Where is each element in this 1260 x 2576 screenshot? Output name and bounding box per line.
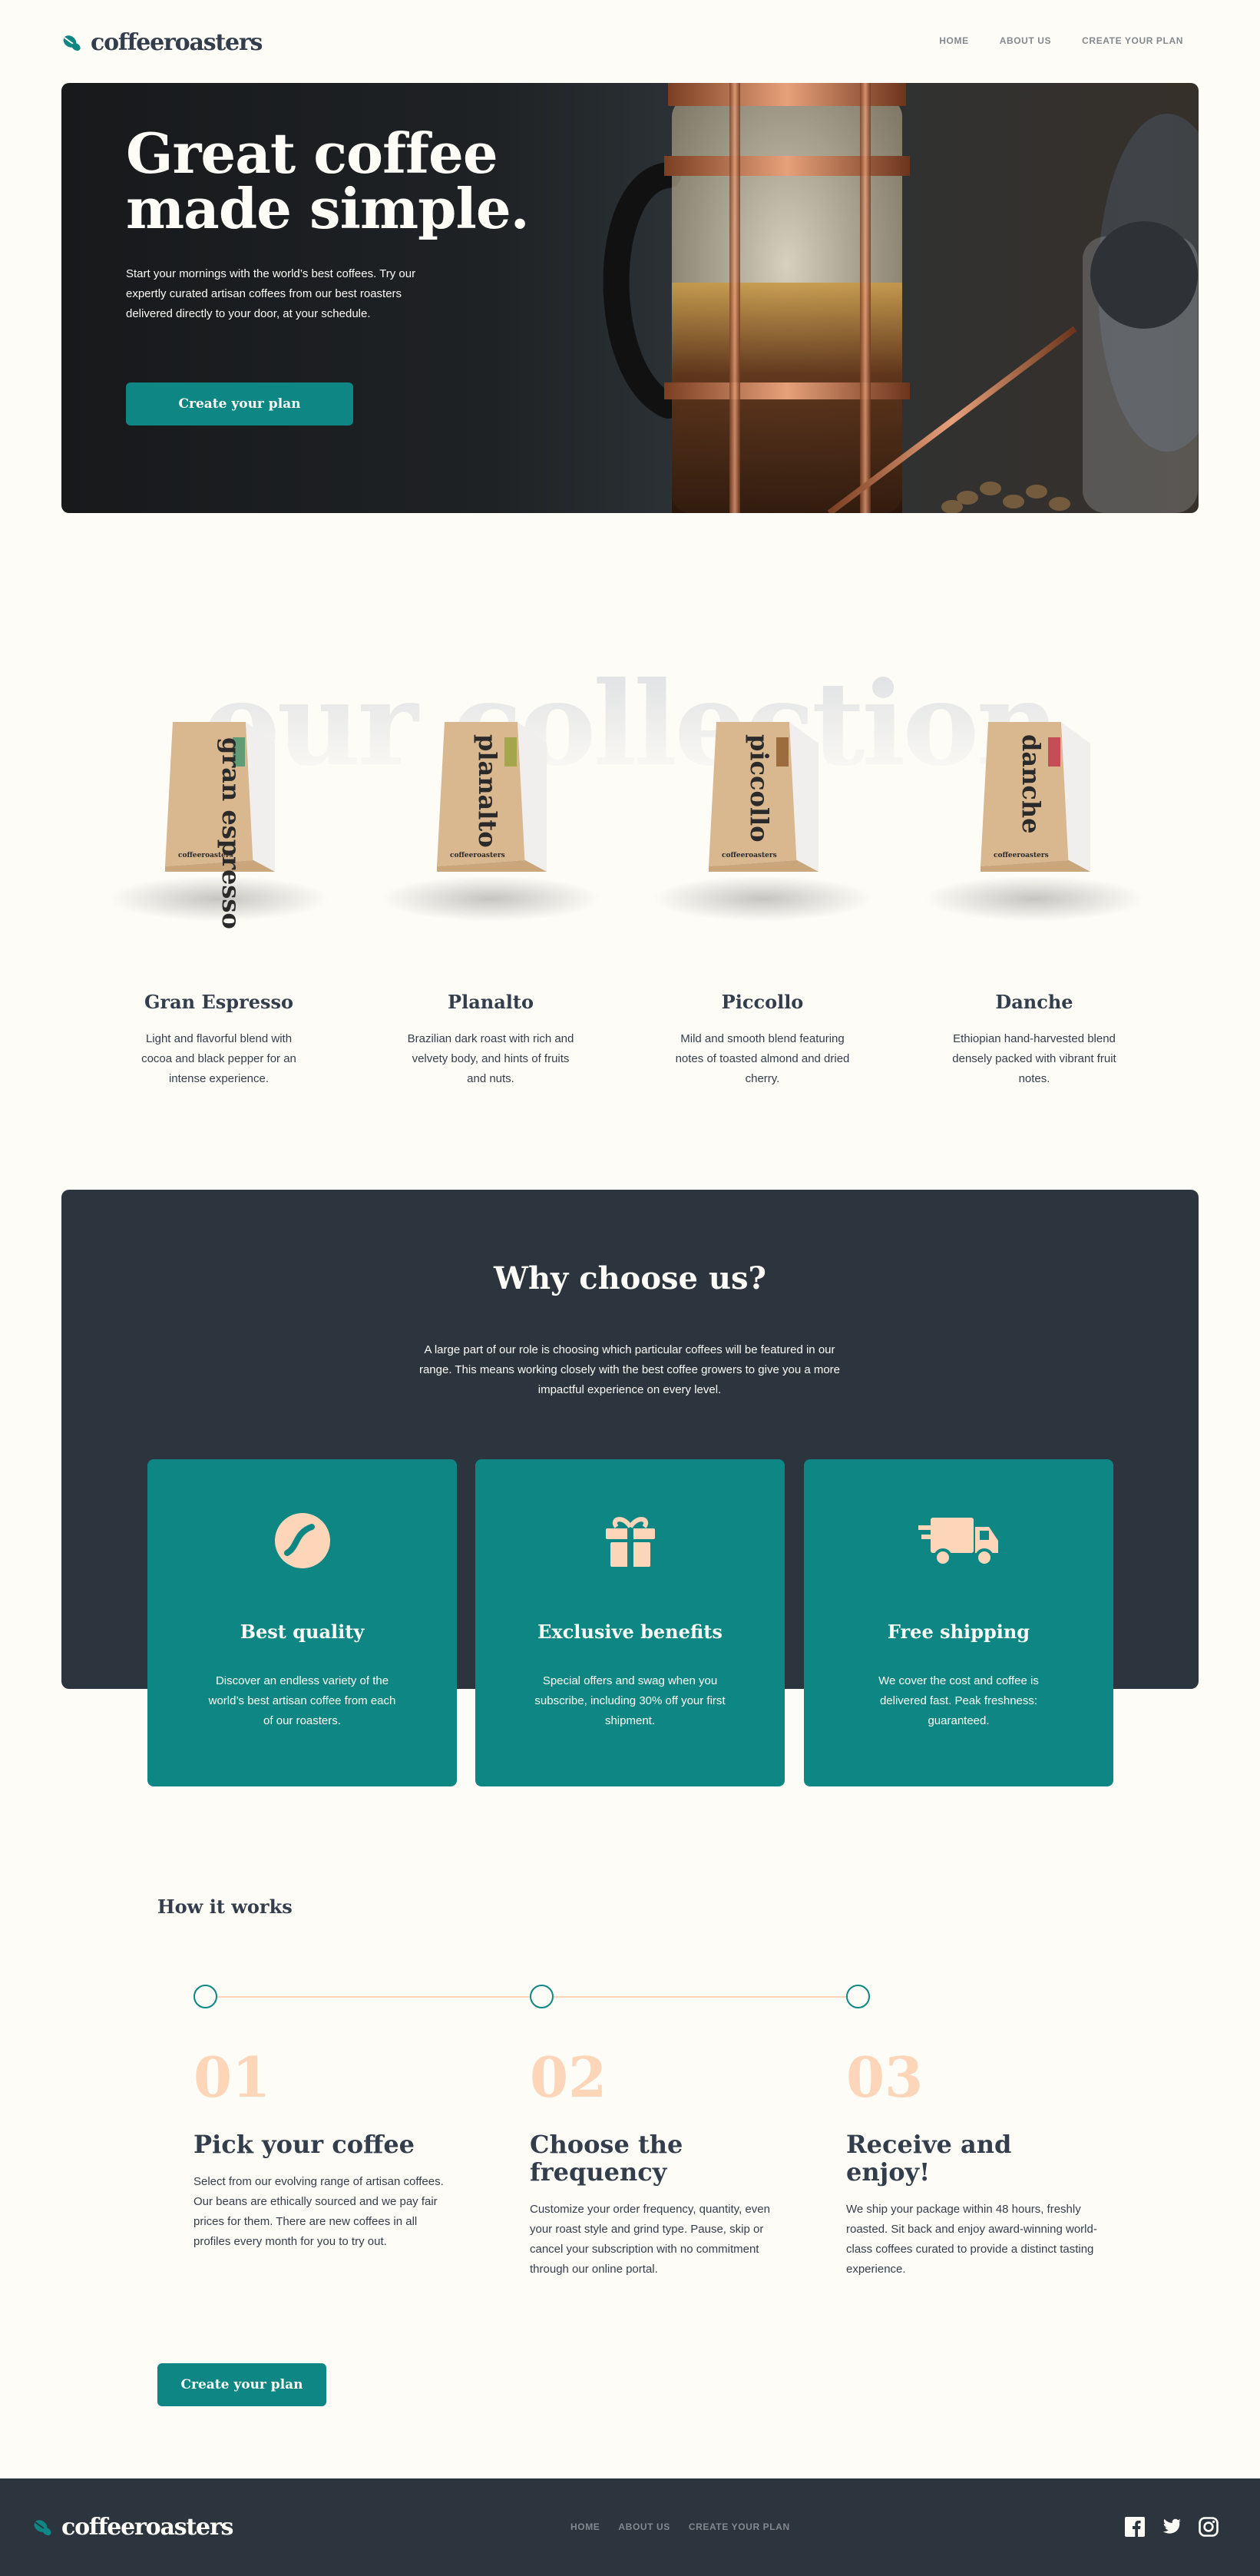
product-description: Light and flavorful blend with cocoa and… <box>141 1032 296 1085</box>
product-name: Danche <box>995 991 1073 1013</box>
card-title: Best quality <box>240 1621 365 1643</box>
hero-text: Start your mornings with the world’s bes… <box>126 267 416 320</box>
product-piccollo[interactable]: piccollo coffeeroasters Piccollo Mild an… <box>636 707 889 1106</box>
step-title: Choose the frequency <box>530 2130 683 2187</box>
twitter-icon[interactable] <box>1162 2517 1182 2537</box>
coffee-bean-logo-icon <box>34 2519 51 2535</box>
logo-text: coffeeroasters <box>61 2514 233 2541</box>
nav-about[interactable]: ABOUT US <box>1000 35 1051 46</box>
product-name: Planalto <box>448 991 534 1013</box>
hero-title: Great coffee made simple. <box>126 121 530 241</box>
bag-brand: coffeeroasters <box>450 852 505 859</box>
steps-timeline <box>193 1984 873 2010</box>
nav-home[interactable]: HOME <box>939 35 968 46</box>
step-number: 01 <box>193 2045 271 2110</box>
site-footer: coffeeroasters HOME ABOUT US CREATE YOUR… <box>0 2478 1260 2576</box>
coffee-bag-image: piccollo coffeeroasters <box>636 707 889 937</box>
bag-label: danche <box>1017 734 1046 833</box>
card-free-shipping: Free shipping We cover the cost and coff… <box>804 1459 1113 1786</box>
card-title: Exclusive benefits <box>537 1621 723 1643</box>
site-header: coffeeroasters HOME ABOUT US CREATE YOUR… <box>61 29 1199 57</box>
hero-section: Great coffee made simple. Start your mor… <box>61 83 1199 513</box>
product-name: Gran Espresso <box>144 991 294 1013</box>
social-links <box>1125 2517 1219 2537</box>
bag-brand: coffeeroasters <box>722 852 777 859</box>
product-name: Piccollo <box>721 991 804 1013</box>
step-text: We ship your package within 48 hours, fr… <box>846 2203 1097 2276</box>
card-best-quality: Best quality Discover an endless variety… <box>147 1459 457 1786</box>
step-3: 03 Receive and enjoy! We ship your packa… <box>846 2043 1107 2280</box>
footer-nav-about[interactable]: ABOUT US <box>618 2521 670 2532</box>
card-title: Free shipping <box>887 1621 1030 1643</box>
card-text: Special offers and swag when you subscri… <box>534 1674 726 1727</box>
logo-text: coffeeroasters <box>91 29 263 56</box>
footer-logo[interactable]: coffeeroasters <box>32 2514 233 2541</box>
step-title: Receive and enjoy! <box>846 2130 1012 2187</box>
timeline-dot <box>846 1985 870 2008</box>
product-planalto[interactable]: planalto coffeeroasters Planalto Brazili… <box>364 707 617 1106</box>
logo[interactable]: coffeeroasters <box>61 29 263 56</box>
product-description: Mild and smooth blend featuring notes of… <box>675 1032 850 1085</box>
step-number: 02 <box>530 2045 607 2110</box>
benefit-cards: Best quality Discover an endless variety… <box>147 1459 1113 1786</box>
footer-nav-home[interactable]: HOME <box>570 2521 600 2532</box>
bag-label: planalto <box>473 734 502 848</box>
product-gran-espresso[interactable]: gran espresso coffeeroasters Gran Espres… <box>92 707 346 1106</box>
coffee-bean-icon <box>274 1513 330 1568</box>
card-exclusive-benefits: Exclusive benefits Special offers and sw… <box>475 1459 785 1786</box>
coffee-bag-image: gran espresso coffeeroasters <box>92 707 346 937</box>
why-text: A large part of our role is choosing whi… <box>418 1343 841 1396</box>
product-description: Brazilian dark roast with rich and velve… <box>407 1032 574 1085</box>
card-text: We cover the cost and coffee is delivere… <box>878 1674 1039 1727</box>
step-1: 01 Pick your coffee Select from our evol… <box>193 2043 455 2252</box>
footer-nav-create-plan[interactable]: CREATE YOUR PLAN <box>689 2521 790 2532</box>
product-danche[interactable]: danche coffeeroasters Danche Ethiopian h… <box>908 707 1161 1106</box>
gift-icon <box>605 1517 655 1567</box>
step-2: 02 Choose the frequency Customize your o… <box>530 2043 791 2280</box>
instagram-icon[interactable] <box>1199 2517 1219 2537</box>
card-text: Discover an endless variety of the world… <box>208 1674 396 1727</box>
timeline-dot <box>193 1985 217 2008</box>
step-text: Customize your order frequency, quantity… <box>530 2203 770 2276</box>
bag-brand: coffeeroasters <box>994 852 1049 859</box>
coffee-bean-logo-icon <box>63 35 81 51</box>
product-description: Ethiopian hand-harvested blend densely p… <box>952 1032 1116 1085</box>
how-create-plan-button[interactable]: Create your plan <box>157 2363 326 2406</box>
hero-create-plan-button[interactable]: Create your plan <box>126 382 353 425</box>
bag-brand: coffeeroasters <box>178 852 233 859</box>
step-text: Select from our evolving range of artisa… <box>193 2175 444 2248</box>
step-number: 03 <box>846 2045 924 2110</box>
truck-icon <box>918 1518 998 1567</box>
bag-label: piccollo <box>745 734 774 843</box>
bag-label: gran espresso <box>217 737 246 929</box>
why-title: Why choose us? <box>494 1260 766 1296</box>
footer-nav: HOME ABOUT US CREATE YOUR PLAN <box>570 2521 790 2532</box>
step-title: Pick your coffee <box>193 2130 415 2159</box>
how-it-works-title: How it works <box>157 1896 293 1918</box>
nav-create-plan[interactable]: CREATE YOUR PLAN <box>1082 35 1183 46</box>
facebook-icon[interactable] <box>1125 2517 1145 2537</box>
product-list: gran espresso coffeeroasters Gran Espres… <box>92 707 1167 1106</box>
coffee-bag-image: planalto coffeeroasters <box>364 707 617 937</box>
timeline-dot <box>530 1985 554 2008</box>
main-nav: HOME ABOUT US CREATE YOUR PLAN <box>939 35 1183 46</box>
coffee-bag-image: danche coffeeroasters <box>908 707 1161 937</box>
